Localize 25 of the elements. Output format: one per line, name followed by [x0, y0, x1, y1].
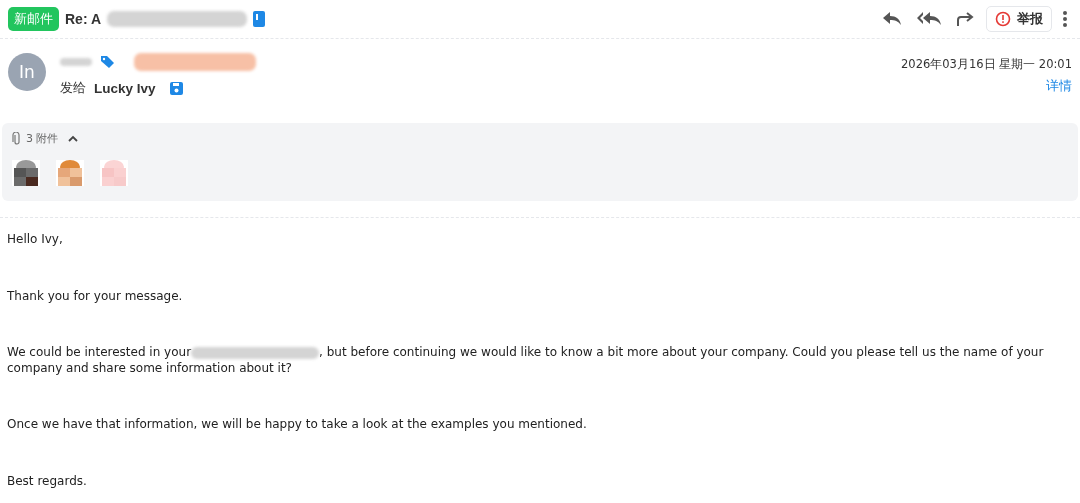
to-label: 发给 — [60, 79, 86, 97]
reply-all-icon — [916, 11, 942, 27]
new-mail-badge: 新邮件 — [8, 7, 59, 31]
alert-icon — [995, 11, 1011, 27]
save-icon[interactable] — [169, 81, 183, 95]
body-paragraph: Thank you for your message. — [7, 288, 184, 304]
recipient-name: Lucky Ivy — [94, 80, 156, 96]
body-paragraph: Hello Ivy, — [7, 232, 64, 248]
report-button[interactable]: 举报 — [986, 6, 1052, 32]
body-paragraph: Once we have that information, we will be happy to take a look at the examples you mentioned. — [7, 417, 588, 433]
forward-icon — [956, 11, 976, 27]
paperclip-icon — [12, 131, 22, 146]
avatar: In — [8, 53, 46, 91]
date-time: 2026年03月16日 星期一 20:01 — [901, 57, 1072, 72]
tag-icon[interactable] — [100, 55, 116, 69]
details-link[interactable]: 详情 — [1046, 78, 1072, 95]
chevron-up-icon[interactable] — [66, 133, 79, 144]
email-subject: Re: A — [65, 11, 102, 27]
redacted-text — [60, 58, 92, 66]
more-icon — [1062, 10, 1068, 28]
bookmark-icon[interactable] — [253, 11, 266, 27]
attachment-count: 3 附件 — [26, 131, 59, 146]
body-paragraph: We could be interested in your , but before continuing we would like to know a bit more about your company. Could you please tell us the name of your company and share some information about it? — [7, 345, 1045, 376]
body-paragraph: Best regards. — [7, 473, 88, 489]
reply-icon — [882, 11, 902, 27]
